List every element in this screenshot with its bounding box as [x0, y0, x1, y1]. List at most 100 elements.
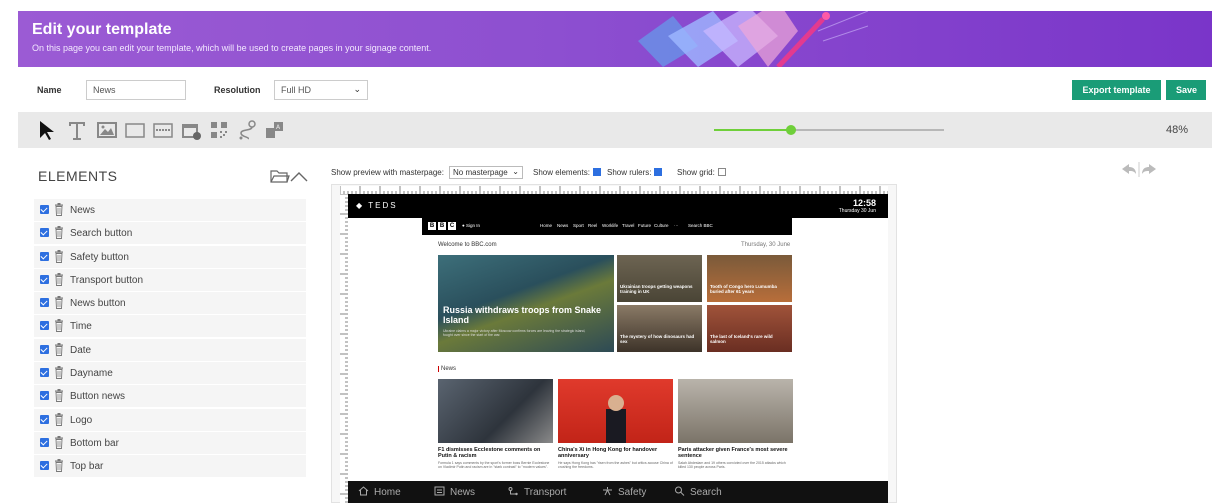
element-row[interactable]: Dayname: [34, 362, 306, 385]
home-button[interactable]: Home: [358, 486, 401, 498]
element-visible-checkbox[interactable]: [40, 298, 49, 308]
redo-icon[interactable]: [1142, 164, 1156, 174]
bbc-nav-item: Travel: [622, 223, 635, 228]
masterpage-select[interactable]: No masterpage ⌄: [449, 166, 523, 179]
news-label: News: [450, 487, 476, 498]
trash-icon[interactable]: [54, 203, 64, 216]
element-visible-checkbox[interactable]: [40, 251, 49, 261]
page-subtitle: On this page you can edit your template,…: [32, 43, 432, 53]
bbc-nav-item: ···: [674, 223, 679, 228]
masterpage-label: Show preview with masterpage:: [331, 168, 444, 177]
show-grid-checkbox[interactable]: [717, 168, 726, 176]
rectangle-icon[interactable]: [124, 119, 146, 141]
element-visible-checkbox[interactable]: [40, 344, 49, 354]
trash-icon[interactable]: [54, 319, 64, 333]
element-visible-checkbox[interactable]: [40, 414, 49, 424]
element-visible-checkbox[interactable]: [40, 205, 49, 214]
chevron-down-icon: ⌄: [353, 84, 361, 94]
search-button[interactable]: Search: [674, 486, 722, 498]
trash-icon[interactable]: [54, 342, 64, 356]
trash-icon[interactable]: [54, 412, 64, 426]
bbc-nav-item: Worklife: [602, 223, 619, 228]
element-row[interactable]: Date: [34, 338, 306, 361]
trash-icon[interactable]: [54, 389, 64, 403]
element-visible-checkbox[interactable]: [40, 274, 49, 284]
trash-icon[interactable]: [54, 435, 64, 449]
bbc-nav-item: Future: [638, 223, 652, 228]
element-visible-checkbox[interactable]: [40, 461, 49, 471]
trash-icon[interactable]: [54, 272, 64, 286]
save-button[interactable]: Save: [1166, 80, 1206, 100]
template-editor: Edit your template On this page you can …: [0, 0, 1212, 503]
news-description: Formula 1 says comments by the sport's f…: [438, 461, 550, 469]
element-visible-checkbox[interactable]: [40, 368, 49, 378]
show-elements-checkbox[interactable]: [592, 168, 601, 176]
export-template-button[interactable]: Export template: [1072, 80, 1161, 100]
element-row[interactable]: Top bar: [34, 455, 306, 478]
element-label: Top bar: [70, 461, 104, 473]
route-icon[interactable]: [236, 119, 258, 141]
news-button[interactable]: News: [434, 486, 475, 498]
element-row[interactable]: Time: [34, 315, 306, 338]
element-visible-checkbox[interactable]: [40, 437, 49, 447]
element-visible-checkbox[interactable]: [40, 228, 49, 238]
story-thumb: The last of Iceland's rare wild salmon: [707, 305, 792, 352]
name-input[interactable]: News: [86, 80, 186, 100]
date[interactable]: Thursday 30 Jun: [839, 208, 876, 214]
safety-label: Safety: [618, 487, 647, 498]
bottom-bar[interactable]: Home News Transport Safety Search: [348, 481, 888, 503]
undo-icon[interactable]: [1122, 164, 1136, 174]
element-row[interactable]: Bottom bar: [34, 431, 306, 454]
news-image: [438, 379, 553, 443]
bbc-date: Thursday, 30 June: [741, 242, 791, 248]
element-label: Bottom bar: [70, 437, 119, 449]
element-row[interactable]: Safety button: [34, 245, 306, 268]
trash-icon[interactable]: [54, 459, 64, 473]
show-elements-label: Show elements:: [533, 168, 590, 177]
image-icon[interactable]: [96, 119, 118, 141]
top-bar[interactable]: ◆ TEDS 12:58 Thursday 30 Jun: [348, 194, 888, 218]
hero-title: Russia withdraws troops from Snake Islan…: [443, 305, 602, 325]
trash-icon[interactable]: [54, 296, 64, 310]
qr-code-icon[interactable]: [208, 119, 230, 141]
text-icon[interactable]: [66, 119, 88, 141]
bbc-nav-item: News: [557, 223, 569, 228]
show-grid-label: Show grid:: [677, 168, 715, 177]
bbc-logo-b2: B: [438, 222, 446, 230]
news-image: [678, 379, 793, 443]
element-label: Button news: [70, 391, 126, 403]
element-row[interactable]: Button news: [34, 385, 306, 408]
zoom-slider-handle[interactable]: [786, 125, 797, 135]
pointer-icon[interactable]: [36, 119, 58, 141]
news-heading: News: [438, 366, 456, 372]
calendar-icon[interactable]: [180, 119, 202, 141]
element-label: Time: [70, 321, 92, 333]
time[interactable]: 12:58: [853, 198, 876, 208]
trash-icon[interactable]: [54, 366, 64, 380]
show-rulers-checkbox[interactable]: [654, 168, 663, 176]
logo[interactable]: ◆ TEDS: [356, 201, 398, 210]
story-thumb: Ukrainian troops getting weapons trainin…: [617, 255, 702, 302]
element-row[interactable]: Search button: [34, 222, 306, 245]
element-row[interactable]: Logo: [34, 408, 306, 431]
safety-button[interactable]: Safety: [602, 486, 646, 498]
element-visible-checkbox[interactable]: [40, 391, 49, 401]
element-row[interactable]: Transport button: [34, 268, 306, 291]
hero-description: Ukraine claims a major victory after Mos…: [443, 329, 586, 337]
search-label: Search: [690, 487, 722, 498]
resolution-select[interactable]: Full HD ⌄: [274, 80, 368, 100]
bbc-welcome: Welcome to BBC.com: [438, 242, 497, 248]
ticker-icon[interactable]: [152, 119, 174, 141]
folder-open-icon[interactable]: [270, 170, 290, 183]
elements-list: News Search button Safety button Transport …: [34, 199, 306, 479]
widget-icon[interactable]: A: [264, 119, 286, 141]
element-row[interactable]: News button: [34, 292, 306, 315]
chevron-up-icon[interactable]: [290, 172, 308, 182]
trash-icon[interactable]: [54, 249, 64, 263]
trash-icon[interactable]: [54, 226, 64, 240]
bbc-nav-item: Search BBC: [688, 223, 713, 228]
transport-button[interactable]: Transport: [508, 486, 566, 498]
element-row[interactable]: News: [34, 199, 306, 221]
bbc-signin: ● Sign In: [462, 223, 480, 228]
element-visible-checkbox[interactable]: [40, 321, 49, 331]
